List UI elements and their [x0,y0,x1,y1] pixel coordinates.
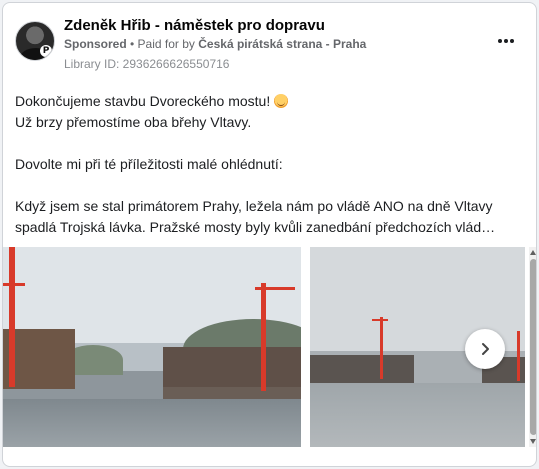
more-options-button[interactable] [496,33,516,49]
smiling-face-emoji-icon [274,94,289,108]
meta-separator: • [126,37,138,51]
river-water [3,399,301,447]
crane-jib [372,319,388,321]
sponsored-label: Sponsored [64,37,127,51]
crane-jib [255,287,295,290]
ad-card: P Zdeněk Hřib - náměstek pro dopravu Spo… [2,2,537,467]
image-carousel[interactable] [3,247,536,447]
crane-tower [517,331,520,381]
author-name[interactable]: Zdeněk Hřib - náměstek pro dopravu [64,17,325,34]
sponsor-name[interactable]: Česká pirátská strana - Praha [198,37,366,51]
post-text-line: Když jsem se stal primátorem Prahy, leže… [15,198,493,214]
post-text-line: Už brzy přemostíme oba břehy Vltavy. [15,114,252,130]
vertical-scrollbar[interactable] [529,247,536,447]
more-options-icon-dot [504,39,508,43]
post-text-line: Dokončujeme stavbu Dvoreckého mostu! [15,91,525,112]
library-id: Library ID: 2936266626550716 [64,57,230,71]
scroll-down-arrow-icon[interactable] [530,439,536,444]
crane-tower [380,317,383,379]
scroll-up-arrow-icon[interactable] [530,250,536,255]
paid-for-prefix: Paid for by [137,37,199,51]
crane-jib [3,283,25,286]
scrollbar-thumb[interactable] [530,259,536,435]
more-options-icon-dot [510,39,514,43]
next-image-button[interactable] [465,329,505,369]
crane-tower [9,247,15,387]
crane-tower [261,283,266,391]
avatar[interactable]: P [15,21,55,61]
river-water [310,383,525,447]
page-badge-icon: P [40,45,52,57]
post-text-line: Dovolte mi při té příležitosti malé ohlé… [15,156,283,172]
bridge-segment-right [163,347,301,387]
ad-meta: Sponsored • Paid for by Česká pirátská s… [64,37,366,51]
bridge-segment [310,355,414,383]
post-text-line: spadlá Trojská lávka. Pražské mosty byly… [15,219,496,235]
chevron-right-icon [482,343,489,355]
carousel-image-bridge-construction[interactable] [3,247,301,447]
post-text: Dokončujeme stavbu Dvoreckého mostu! Už … [15,91,525,238]
more-options-icon [498,39,502,43]
